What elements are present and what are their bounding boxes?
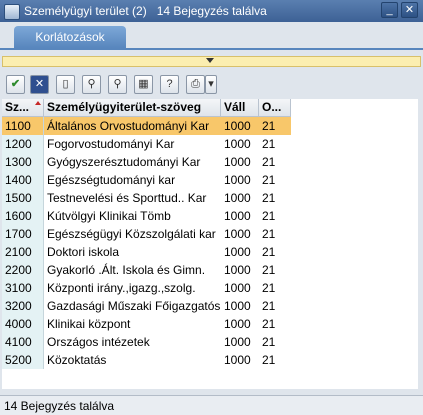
- table-row[interactable]: 1700 Egészségügyi Közszolgálati kar 1000 21: [2, 225, 418, 243]
- cell-vall[interactable]: 1000: [221, 153, 259, 171]
- cell-vall[interactable]: 1000: [221, 225, 259, 243]
- find-next-icon[interactable]: ⚲: [108, 75, 127, 94]
- cell-code[interactable]: 2200: [2, 261, 44, 279]
- cell-text[interactable]: Testnevelési és Sporttud.. Kar: [44, 189, 221, 207]
- column-header-vall[interactable]: Váll: [221, 99, 259, 117]
- cell-vall[interactable]: 1000: [221, 207, 259, 225]
- table-row[interactable]: 1100 Általános Orvostudományi Kar 1000 21: [2, 117, 418, 135]
- table-row[interactable]: 4100 Országos intézetek 1000 21: [2, 333, 418, 351]
- table-row[interactable]: 3200 Gazdasági Műszaki Főigazgatós. 1000 21: [2, 297, 418, 315]
- cell-o[interactable]: 21: [259, 333, 291, 351]
- cell-code[interactable]: 3100: [2, 279, 44, 297]
- cell-vall[interactable]: 1000: [221, 333, 259, 351]
- cell-code[interactable]: 2100: [2, 243, 44, 261]
- chevron-down-icon: [206, 58, 214, 63]
- cell-text[interactable]: Egészségtudományi kar: [44, 171, 221, 189]
- tab-restrictions[interactable]: Korlátozások: [14, 26, 126, 48]
- cell-text[interactable]: Gyógyszerésztudományi Kar: [44, 153, 221, 171]
- table-row[interactable]: 1300 Gyógyszerésztudományi Kar 1000 21: [2, 153, 418, 171]
- status-text: 14 Bejegyzés találva: [4, 399, 115, 413]
- cell-vall[interactable]: 1000: [221, 351, 259, 369]
- cell-code[interactable]: 1400: [2, 171, 44, 189]
- cell-code[interactable]: 3200: [2, 297, 44, 315]
- print-icon[interactable]: ⎙: [186, 75, 205, 94]
- window-title: Személyügyi terület (2) 14 Bejegyzés tal…: [24, 4, 267, 18]
- title-bar: Személyügyi terület (2) 14 Bejegyzés tal…: [0, 0, 423, 22]
- cell-text[interactable]: Közoktatás: [44, 351, 221, 369]
- cell-vall[interactable]: 1000: [221, 189, 259, 207]
- check-icon[interactable]: ✔: [6, 75, 25, 94]
- cell-code[interactable]: 1200: [2, 135, 44, 153]
- cell-code[interactable]: 4100: [2, 333, 44, 351]
- cell-vall[interactable]: 1000: [221, 243, 259, 261]
- cell-text[interactable]: Országos intézetek: [44, 333, 221, 351]
- restrictions-expander[interactable]: [2, 56, 421, 67]
- cell-text[interactable]: Klinikai központ: [44, 315, 221, 333]
- column-header-text[interactable]: Személyügyiterület-szöveg: [44, 99, 221, 117]
- cell-text[interactable]: Általános Orvostudományi Kar: [44, 117, 221, 135]
- cell-text[interactable]: Gazdasági Műszaki Főigazgatós.: [44, 297, 221, 315]
- cell-o[interactable]: 21: [259, 351, 291, 369]
- cell-o[interactable]: 21: [259, 315, 291, 333]
- cell-text[interactable]: Egészségügyi Közszolgálati kar: [44, 225, 221, 243]
- cell-vall[interactable]: 1000: [221, 297, 259, 315]
- cell-o[interactable]: 21: [259, 225, 291, 243]
- cell-code[interactable]: 1600: [2, 207, 44, 225]
- tab-underline: [0, 48, 423, 50]
- cell-text[interactable]: Gyakorló .Ált. Iskola és Gimn.: [44, 261, 221, 279]
- cell-o[interactable]: 21: [259, 207, 291, 225]
- cell-code[interactable]: 1100: [2, 117, 44, 135]
- cell-o[interactable]: 21: [259, 297, 291, 315]
- close-icon[interactable]: ✕: [30, 75, 49, 94]
- cell-o[interactable]: 21: [259, 189, 291, 207]
- cell-vall[interactable]: 1000: [221, 261, 259, 279]
- cell-vall[interactable]: 1000: [221, 117, 259, 135]
- table-row[interactable]: 1400 Egészségtudományi kar 1000 21: [2, 171, 418, 189]
- cell-text[interactable]: Doktori iskola: [44, 243, 221, 261]
- toolbar: ✔ ✕ ▯ ⚲ ⚲ ▦ ? ⎙ ▾: [0, 73, 423, 97]
- cell-o[interactable]: 21: [259, 243, 291, 261]
- cell-vall[interactable]: 1000: [221, 279, 259, 297]
- column-header-o[interactable]: O...: [259, 99, 291, 117]
- table-row[interactable]: 1200 Fogorvostudományi Kar 1000 21: [2, 135, 418, 153]
- cell-code[interactable]: 1700: [2, 225, 44, 243]
- cell-code[interactable]: 1300: [2, 153, 44, 171]
- table-row[interactable]: 2100 Doktori iskola 1000 21: [2, 243, 418, 261]
- table-row[interactable]: 4000 Klinikai központ 1000 21: [2, 315, 418, 333]
- cell-o[interactable]: 21: [259, 135, 291, 153]
- cell-o[interactable]: 21: [259, 171, 291, 189]
- new-icon[interactable]: ▯: [56, 75, 75, 94]
- table-row[interactable]: 3100 Központi irány.,igazg.,szolg. 1000 21: [2, 279, 418, 297]
- cell-vall[interactable]: 1000: [221, 171, 259, 189]
- table-row[interactable]: 2200 Gyakorló .Ált. Iskola és Gimn. 1000 21: [2, 261, 418, 279]
- cell-o[interactable]: 21: [259, 261, 291, 279]
- find-icon[interactable]: ⚲: [82, 75, 101, 94]
- cell-text[interactable]: Központi irány.,igazg.,szolg.: [44, 279, 221, 297]
- minimize-button[interactable]: _: [381, 2, 398, 18]
- cell-o[interactable]: 21: [259, 117, 291, 135]
- app-icon: [4, 4, 20, 20]
- close-window-button[interactable]: ✕: [401, 2, 418, 18]
- cell-code[interactable]: 4000: [2, 315, 44, 333]
- table-row[interactable]: 1500 Testnevelési és Sporttud.. Kar 1000 21: [2, 189, 418, 207]
- tab-strip: Korlátozások: [0, 22, 423, 56]
- table-row[interactable]: 1600 Kútvölgyi Klinikai Tömb 1000 21: [2, 207, 418, 225]
- print-dropdown-button[interactable]: ▾: [205, 75, 217, 94]
- status-bar: 14 Bejegyzés találva: [0, 395, 423, 415]
- settings-icon[interactable]: ▦: [134, 75, 153, 94]
- cell-vall[interactable]: 1000: [221, 315, 259, 333]
- cell-o[interactable]: 21: [259, 153, 291, 171]
- column-header-code[interactable]: Sz...: [2, 99, 44, 117]
- cell-code[interactable]: 1500: [2, 189, 44, 207]
- cell-vall[interactable]: 1000: [221, 135, 259, 153]
- help-icon[interactable]: ?: [160, 75, 179, 94]
- cell-o[interactable]: 21: [259, 279, 291, 297]
- cell-code[interactable]: 5200: [2, 351, 44, 369]
- table-row[interactable]: 5200 Közoktatás 1000 21: [2, 351, 418, 369]
- results-table: Sz... Személyügyiterület-szöveg Váll O..…: [2, 99, 418, 389]
- cell-text[interactable]: Kútvölgyi Klinikai Tömb: [44, 207, 221, 225]
- cell-text[interactable]: Fogorvostudományi Kar: [44, 135, 221, 153]
